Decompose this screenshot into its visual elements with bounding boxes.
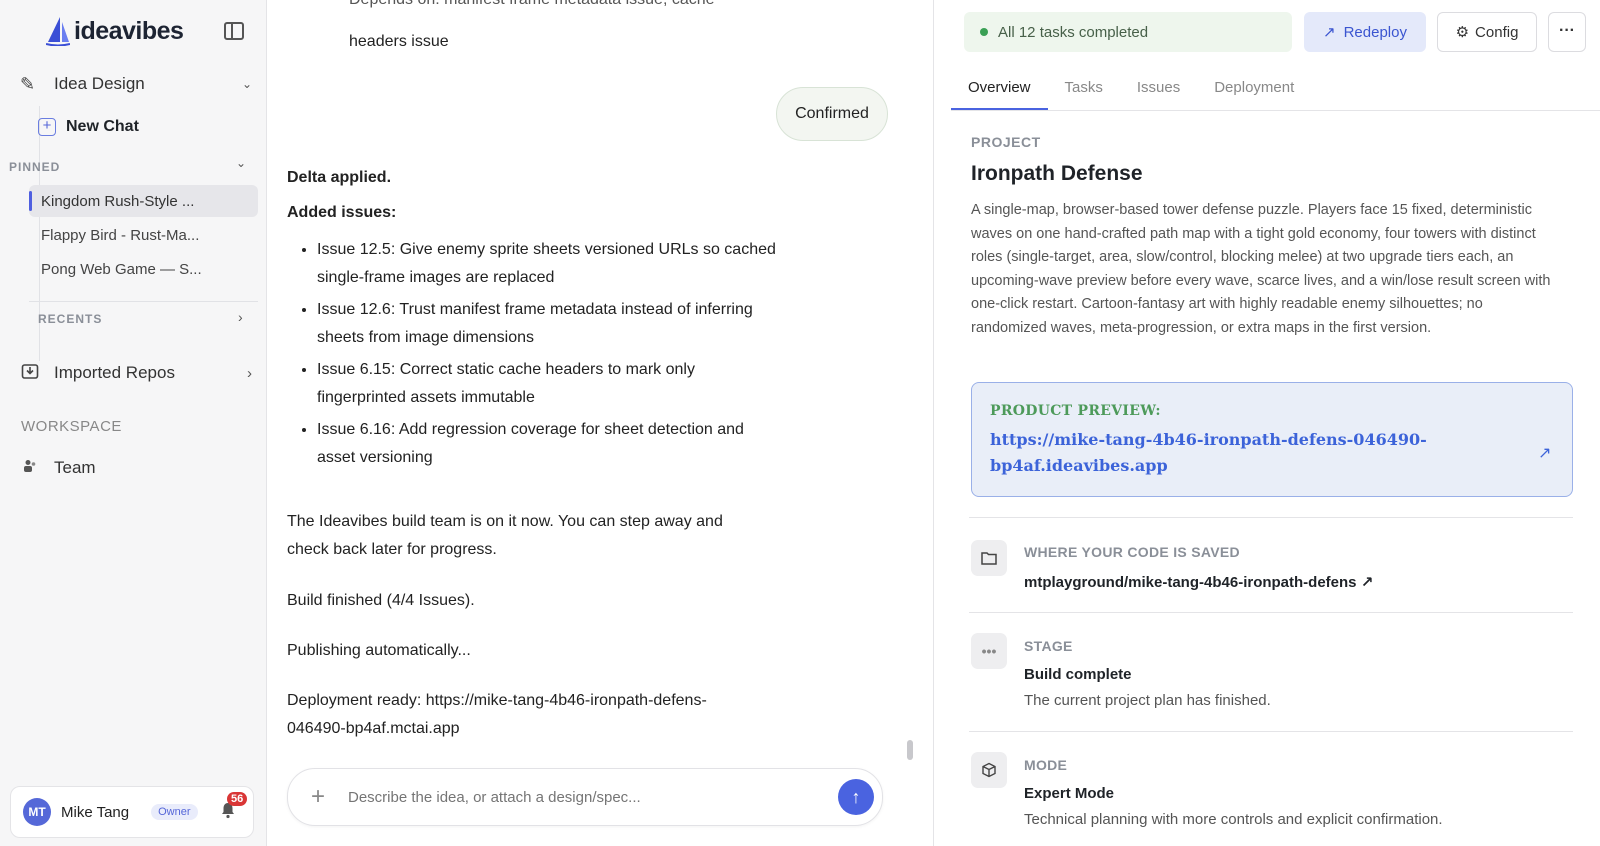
folder-icon <box>971 540 1007 576</box>
list-item: Issue 12.5: Give enemy sprite sheets ver… <box>317 236 777 292</box>
status-badge: All 12 tasks completed <box>964 12 1292 52</box>
stage-label: STAGE <box>1024 638 1073 654</box>
message-text: The Ideavibes build team is on it now. Y… <box>287 513 723 558</box>
preview-url-link[interactable]: https://mike-tang-4b46-ironpath-defens-0… <box>990 427 1490 479</box>
sidebar-item-pinned-chat[interactable]: Pong Web Game — S... <box>29 253 258 285</box>
tab-overview[interactable]: Overview <box>951 68 1048 110</box>
sidebar-item-label: Imported Repos <box>54 363 175 382</box>
tab-tasks[interactable]: Tasks <box>1048 68 1120 110</box>
user-message-bubble: Confirmed <box>776 87 888 141</box>
chevron-right-icon: › <box>247 364 252 382</box>
stage-value: Build complete <box>1024 666 1132 683</box>
divider <box>969 517 1573 518</box>
send-button[interactable]: ↑ <box>838 779 874 815</box>
cube-icon <box>971 752 1007 788</box>
chevron-down-icon: ⌄ <box>241 77 252 91</box>
project-title: Ironpath Defense <box>971 162 1143 185</box>
gear-icon: ⚙ <box>1455 24 1470 41</box>
project-section-label: PROJECT <box>971 134 1041 150</box>
message-text: headers issue <box>349 33 449 50</box>
sidebar-item-pinned-chat[interactable]: Kingdom Rush-Style ... <box>29 185 258 217</box>
external-link-icon[interactable]: ↗ <box>1538 443 1551 463</box>
message-text: Build finished (4/4 Issues). <box>287 592 475 609</box>
status-text: All 12 tasks completed <box>998 23 1149 41</box>
redeploy-button[interactable]: ↗ Redeploy <box>1304 12 1426 52</box>
pencil-icon: ✎ <box>20 73 36 94</box>
redeploy-label: Redeploy <box>1343 23 1407 41</box>
notification-count-badge: 56 <box>227 792 248 806</box>
scrollbar[interactable] <box>907 740 913 760</box>
divider <box>29 301 258 302</box>
new-chat-label: New Chat <box>66 118 139 135</box>
chevron-right-icon[interactable]: › <box>238 309 243 325</box>
project-description: A single-map, browser-based tower defens… <box>971 202 1551 336</box>
attach-plus-icon[interactable]: + <box>288 783 348 811</box>
team-icon <box>20 458 40 479</box>
message-text: Depends on: manifest frame metadata issu… <box>349 0 769 14</box>
user-card[interactable]: MT Mike Tang Owner 56 <box>10 786 254 838</box>
arrow-up-icon: ↑ <box>851 787 861 807</box>
list-item: Issue 6.15: Correct static cache headers… <box>317 356 777 412</box>
message-text: Publishing automatically... <box>287 642 471 659</box>
mode-description: Technical planning with more controls an… <box>1024 811 1443 828</box>
arrow-up-right-icon: ↗ <box>1323 24 1336 41</box>
message-text: Deployment ready: https://mike-tang-4b46… <box>287 692 707 737</box>
sidebar-item-imported-repos[interactable]: Imported Repos › <box>20 359 252 387</box>
project-panel: All 12 tasks completed ↗ Redeploy ⚙ Conf… <box>933 0 1600 846</box>
logo[interactable]: ideavibes <box>46 16 184 46</box>
tab-deployment[interactable]: Deployment <box>1197 68 1311 110</box>
preview-label: PRODUCT PREVIEW: <box>990 403 1161 419</box>
sidebar-toggle-icon[interactable] <box>224 22 244 40</box>
sidebar: ideavibes ✎ Idea Design ⌄ + New Chat PIN… <box>0 0 267 846</box>
sidebar-item-label: Flappy Bird - Rust-Ma... <box>41 226 200 244</box>
sidebar-item-label: Pong Web Game — S... <box>41 260 202 278</box>
code-repo-link[interactable]: mtplayground/mike-tang-4b46-ironpath-def… <box>1024 573 1373 591</box>
new-chat-button[interactable]: + New Chat <box>38 118 139 136</box>
sidebar-item-team[interactable]: Team <box>20 454 252 482</box>
status-dot-icon <box>980 28 988 36</box>
stage-description: The current project plan has finished. <box>1024 692 1271 709</box>
sail-logo-icon <box>46 17 70 46</box>
message-text: Confirmed <box>795 105 869 122</box>
import-icon <box>20 362 40 385</box>
message-heading: Added issues: <box>287 204 397 221</box>
pinned-header: PINNED <box>9 160 61 174</box>
project-selector-label: Idea Design <box>54 74 145 93</box>
list-item: Issue 12.6: Trust manifest frame metadat… <box>317 296 777 352</box>
more-options-button[interactable]: ··· <box>1548 12 1586 52</box>
project-selector[interactable]: ✎ Idea Design ⌄ <box>20 70 252 98</box>
plus-icon: + <box>38 118 56 136</box>
chevron-down-icon[interactable]: ⌄ <box>236 156 246 170</box>
composer: + ↑ <box>287 768 883 826</box>
divider <box>969 612 1573 613</box>
mode-value: Expert Mode <box>1024 785 1115 802</box>
composer-input[interactable] <box>348 788 838 806</box>
code-location-label: WHERE YOUR CODE IS SAVED <box>1024 544 1240 560</box>
role-badge: Owner <box>151 804 198 820</box>
avatar: MT <box>23 798 51 826</box>
tab-issues[interactable]: Issues <box>1120 68 1197 110</box>
ellipsis-icon: ••• <box>971 633 1007 669</box>
mode-label: MODE <box>1024 757 1068 773</box>
config-button[interactable]: ⚙ Config <box>1437 12 1537 52</box>
sidebar-item-pinned-chat[interactable]: Flappy Bird - Rust-Ma... <box>29 219 258 251</box>
config-label: Config <box>1475 23 1519 41</box>
recents-header[interactable]: RECENTS <box>38 312 102 326</box>
panel-tabs: Overview Tasks Issues Deployment <box>951 68 1600 111</box>
brand-name: ideavibes <box>74 16 184 45</box>
list-item: Issue 6.16: Add regression coverage for … <box>317 416 777 472</box>
product-preview-card[interactable]: PRODUCT PREVIEW: https://mike-tang-4b46-… <box>971 382 1573 497</box>
sidebar-item-label: Kingdom Rush-Style ... <box>41 192 195 210</box>
chat-thread: Depends on: manifest frame metadata issu… <box>267 0 933 846</box>
workspace-header: WORKSPACE <box>21 418 122 435</box>
sidebar-item-label: Team <box>54 458 96 477</box>
user-name: Mike Tang <box>61 803 130 821</box>
issue-list: Issue 12.5: Give enemy sprite sheets ver… <box>297 236 777 476</box>
divider <box>969 731 1573 732</box>
message-heading: Delta applied. <box>287 169 392 186</box>
